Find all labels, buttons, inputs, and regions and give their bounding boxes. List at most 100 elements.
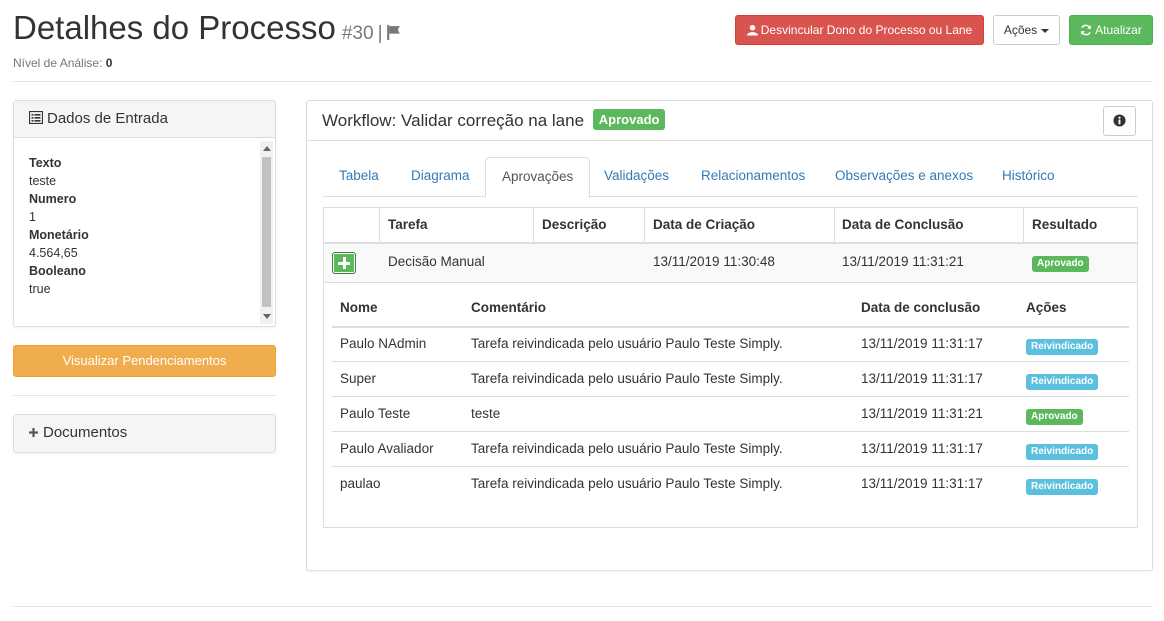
approval-nome: Paulo NAdmin [340,336,427,351]
th-nome: Nome [340,300,378,315]
sub-header-divider [332,326,1129,328]
info-circle-icon [1113,114,1126,130]
caret-down-icon [1041,28,1050,33]
approval-acao: Reivindicado [1026,372,1099,390]
tab-validacoes[interactable]: Validações [588,157,685,197]
page-title-text: Detalhes do Processo [13,9,336,46]
task-result-badge: Aprovado [1032,256,1089,272]
nivel-value: 0 [105,56,113,70]
unlink-owner-label: Desvincular Dono do Processo ou Lane [760,23,973,37]
dados-scrollbar[interactable] [260,141,273,324]
field-key: Monetário [29,228,89,242]
refresh-button[interactable]: Atualizar [1069,15,1153,45]
scroll-up-icon[interactable] [263,146,271,151]
workflow-status-badge: Aprovado [592,109,666,130]
approval-nome: Paulo Teste [340,406,411,421]
scroll-down-icon[interactable] [263,314,271,319]
th-acoes: Ações [1026,300,1067,315]
approval-acao: Aprovado [1026,407,1083,425]
actions-dropdown-button[interactable]: Ações [993,15,1060,45]
field-value: 4.564,65 [29,246,78,260]
approval-nome: Super [340,371,377,386]
table-row-divider [324,282,1137,283]
field-key: Texto [29,156,62,170]
field-key: Numero [29,192,77,206]
th-data-conclusao-sub: Data de conclusão [861,300,981,315]
workflow-panel: Workflow: Validar correção na lane Aprov… [306,100,1153,571]
footer-divider [13,606,1153,607]
flag-icon[interactable] [385,10,402,50]
approval-nome: paulao [340,476,381,491]
row-divider [332,431,1129,432]
approval-data: 13/11/2019 11:31:21 [861,406,983,421]
expand-plus-icon[interactable] [332,252,356,274]
nivel-label: Nível de Análise: [13,56,103,70]
dados-entrada-heading: Dados de Entrada [14,101,275,138]
actions-label: Ações [1003,23,1038,37]
approval-comentario: Tarefa reivindicada pelo usuário Paulo T… [471,476,783,491]
refresh-icon [1080,23,1095,37]
task-created: 13/11/2019 11:30:48 [653,254,775,269]
tab-tabela[interactable]: Tabela [323,157,395,197]
nivel-analise: Nível de Análise: 0 [13,56,112,70]
tab-aprovacoes[interactable]: Aprovações [485,157,591,198]
refresh-label: Atualizar [1095,23,1142,37]
approval-data: 13/11/2019 11:31:17 [861,476,983,491]
task-concluded: 13/11/2019 11:31:21 [842,254,964,269]
th-descricao: Descrição [542,217,607,232]
field-key: Booleano [29,264,86,278]
status-badge: Reivindicado [1026,444,1099,460]
field-value: true [29,282,51,296]
row-divider [332,466,1129,467]
page-title: Detalhes do Processo #30 | [13,8,402,54]
approval-acao: Reivindicado [1026,442,1099,460]
th-tarefa: Tarefa [388,217,428,232]
documentos-title: Documentos [43,424,128,441]
status-badge: Reivindicado [1026,339,1099,355]
user-icon [746,23,761,37]
dados-entrada-title: Dados de Entrada [47,110,168,127]
workflow-title: Workflow: Validar correção na lane [322,111,585,130]
documentos-heading[interactable]: Documentos [14,415,275,452]
field-value: 1 [29,210,36,224]
row-divider [332,396,1129,397]
approval-data: 13/11/2019 11:31:17 [861,441,983,456]
approval-comentario: Tarefa reivindicada pelo usuário Paulo T… [471,371,783,386]
process-number: #30 [341,23,374,44]
task-result: Aprovado [1032,254,1089,272]
th-data-criacao: Data de Criação [653,217,756,232]
left-divider [13,395,276,396]
workflow-tabs: Tabela Diagrama Aprovações Validações Re… [323,157,1138,198]
status-badge: Reivindicado [1026,374,1099,390]
th-comentario: Comentário [471,300,547,315]
approval-comentario: Tarefa reivindicada pelo usuário Paulo T… [471,441,783,456]
documentos-panel[interactable]: Documentos [13,414,276,453]
plus-icon [29,424,43,441]
visualizar-pendenciamentos-button[interactable]: Visualizar Pendenciamentos [13,345,276,377]
approval-comentario: teste [471,406,501,421]
approval-data: 13/11/2019 11:31:17 [861,371,983,386]
tab-historico[interactable]: Histórico [986,157,1071,197]
row-divider [332,361,1129,362]
scroll-thumb[interactable] [262,157,271,307]
title-separator: | [377,23,383,44]
approval-data: 13/11/2019 11:31:17 [861,336,983,351]
header-divider [13,81,1153,82]
th-resultado: Resultado [1032,217,1098,232]
th-data-conclusao: Data de Conclusão [842,217,964,232]
list-icon [28,110,47,127]
status-badge: Aprovado [1026,409,1083,425]
tab-observacoes-anexos[interactable]: Observações e anexos [819,157,989,197]
approval-comentario: Tarefa reivindicada pelo usuário Paulo T… [471,336,783,351]
tab-relacionamentos[interactable]: Relacionamentos [685,157,821,197]
tab-diagrama[interactable]: Diagrama [395,157,486,197]
info-button[interactable] [1103,106,1136,136]
task-name: Decisão Manual [388,254,485,269]
unlink-owner-button[interactable]: Desvincular Dono do Processo ou Lane [735,15,984,45]
dados-entrada-panel: Dados de Entrada Texto teste Numero 1 Mo… [13,100,276,327]
approval-nome: Paulo Avaliador [340,441,434,456]
tasks-table: Tarefa Descrição Data de Criação Data de… [323,207,1138,528]
workflow-heading: Workflow: Validar correção na lane Aprov… [307,101,1152,141]
approval-acao: Reivindicado [1026,477,1099,495]
approval-acao: Reivindicado [1026,337,1099,355]
